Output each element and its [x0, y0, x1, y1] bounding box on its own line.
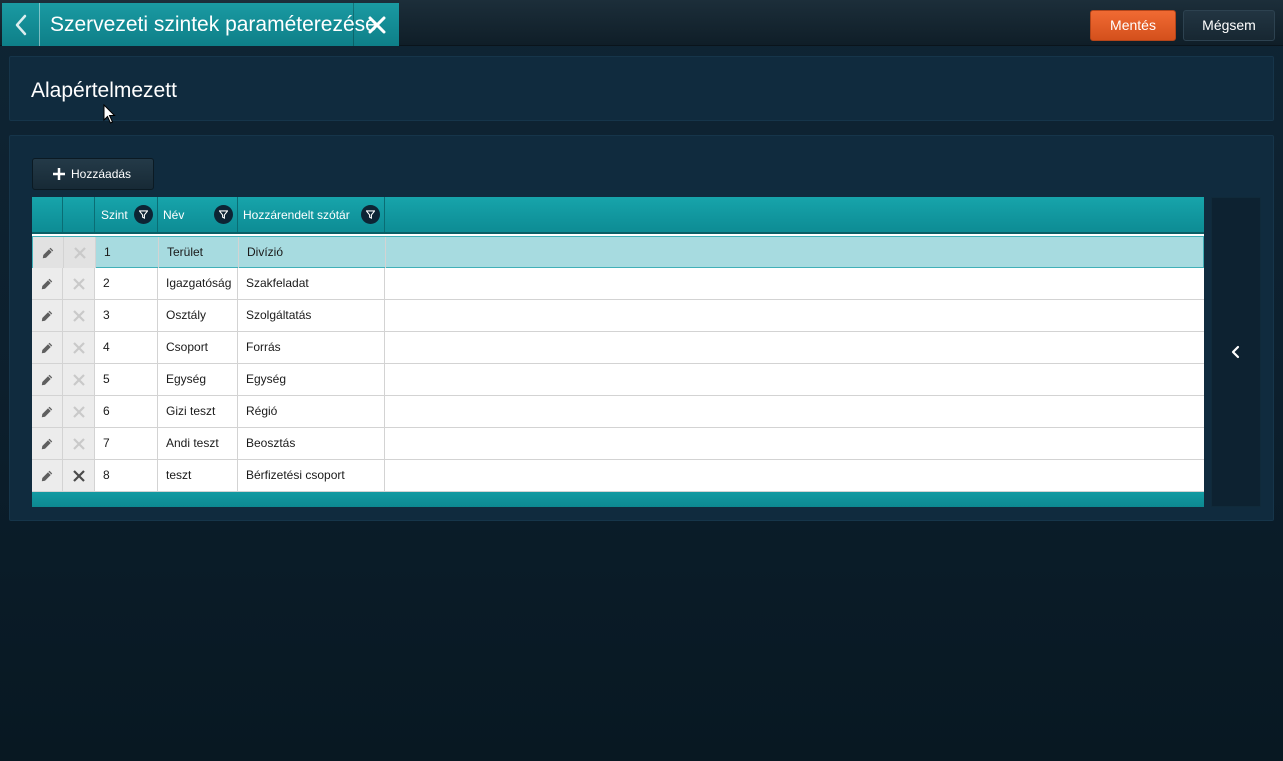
filter-icon[interactable]	[214, 205, 233, 224]
close-button[interactable]	[354, 3, 399, 46]
cell-dictionary: Divízió	[239, 237, 386, 268]
mouse-cursor-icon	[103, 104, 116, 124]
pencil-icon	[41, 438, 53, 449]
header-edit-column	[32, 197, 63, 232]
pencil-icon	[41, 278, 53, 289]
delete-button[interactable]	[63, 268, 95, 299]
table-row[interactable]: 5 Egység Egység	[32, 364, 1204, 396]
delete-button[interactable]	[63, 396, 95, 427]
table-row[interactable]: 3 Osztály Szolgáltatás	[32, 300, 1204, 332]
cell-dictionary: Beosztás	[238, 428, 385, 459]
edit-button[interactable]	[32, 460, 63, 491]
cell-dictionary: Szolgáltatás	[238, 300, 385, 331]
delete-button[interactable]	[63, 460, 95, 491]
filter-icon[interactable]	[134, 205, 153, 224]
chevron-left-icon	[1231, 345, 1240, 359]
filter-icon[interactable]	[361, 205, 380, 224]
cell-dictionary: Bérfizetési csoport	[238, 460, 385, 491]
add-button-label: Hozzáadás	[71, 167, 132, 181]
add-button[interactable]: Hozzáadás	[32, 158, 154, 190]
edit-button[interactable]	[32, 364, 63, 395]
cell-level: 6	[95, 396, 158, 427]
header-level[interactable]: Szint	[95, 197, 158, 232]
x-icon	[72, 405, 85, 418]
delete-button[interactable]	[64, 237, 96, 268]
cancel-button[interactable]: Mégsem	[1183, 10, 1275, 41]
page-title: Szervezeti szintek paraméterezése	[40, 3, 377, 46]
cell-name: teszt	[158, 460, 238, 491]
delete-button[interactable]	[63, 428, 95, 459]
x-icon	[72, 277, 85, 290]
pencil-icon	[41, 470, 53, 481]
header-dictionary-label: Hozzárendelt szótár	[243, 207, 350, 222]
cell-level: 5	[95, 364, 158, 395]
x-icon	[72, 341, 85, 354]
x-icon	[72, 373, 85, 386]
edit-button[interactable]	[32, 300, 63, 331]
close-icon	[368, 16, 385, 33]
section-title: Alapértelmezett	[31, 79, 177, 102]
cell-dictionary: Szakfeladat	[238, 268, 385, 299]
pencil-icon	[41, 374, 53, 385]
cell-name: Igazgatóság	[158, 268, 238, 299]
cell-name: Csoport	[158, 332, 238, 363]
levels-grid: Szint Név Hozzárendelt szótár 1 Terület Di…	[32, 197, 1204, 507]
cell-dictionary: Régió	[238, 396, 385, 427]
cell-name: Gizi teszt	[158, 396, 238, 427]
edit-button[interactable]	[33, 237, 64, 268]
header-name-label: Név	[163, 207, 185, 222]
delete-button[interactable]	[63, 364, 95, 395]
delete-button[interactable]	[63, 332, 95, 363]
header-panel: Alapértelmezett	[9, 56, 1274, 121]
collapse-panel-button[interactable]	[1211, 197, 1261, 507]
cell-level: 8	[95, 460, 158, 491]
content-panel: Hozzáadás Szint Név Hozzárendelt szótár	[9, 135, 1274, 521]
back-button[interactable]	[2, 3, 40, 46]
cell-level: 1	[96, 237, 159, 268]
cell-level: 2	[95, 268, 158, 299]
x-icon	[72, 469, 85, 482]
cell-name: Terület	[159, 237, 239, 268]
table-row[interactable]: 8 teszt Bérfizetési csoport	[32, 460, 1204, 492]
cell-name: Osztály	[158, 300, 238, 331]
plus-icon	[53, 165, 65, 183]
delete-button[interactable]	[63, 300, 95, 331]
table-row[interactable]: 6 Gizi teszt Régió	[32, 396, 1204, 428]
header-delete-column	[63, 197, 95, 232]
edit-button[interactable]	[32, 268, 63, 299]
header-name[interactable]: Név	[158, 197, 238, 232]
top-bar: Szervezeti szintek paraméterezése Mentés…	[0, 0, 1283, 46]
x-icon	[72, 309, 85, 322]
table-row[interactable]: 4 Csoport Forrás	[32, 332, 1204, 364]
header-level-label: Szint	[101, 207, 128, 222]
chevron-left-icon	[15, 14, 26, 35]
edit-button[interactable]	[32, 332, 63, 363]
pencil-icon	[41, 310, 53, 321]
grid-footer	[32, 492, 1204, 507]
title-tab: Szervezeti szintek paraméterezése	[2, 3, 399, 46]
cell-dictionary: Egység	[238, 364, 385, 395]
pencil-icon	[41, 342, 53, 353]
cell-dictionary: Forrás	[238, 332, 385, 363]
cell-level: 4	[95, 332, 158, 363]
table-row[interactable]: 7 Andi teszt Beosztás	[32, 428, 1204, 460]
edit-button[interactable]	[32, 396, 63, 427]
cell-name: Egység	[158, 364, 238, 395]
x-icon	[72, 437, 85, 450]
x-icon	[73, 246, 86, 259]
pencil-icon	[42, 247, 54, 258]
table-row[interactable]: 2 Igazgatóság Szakfeladat	[32, 268, 1204, 300]
pencil-icon	[41, 406, 53, 417]
header-dictionary[interactable]: Hozzárendelt szótár	[238, 197, 385, 232]
edit-button[interactable]	[32, 428, 63, 459]
save-button[interactable]: Mentés	[1090, 10, 1176, 41]
cell-level: 7	[95, 428, 158, 459]
cell-name: Andi teszt	[158, 428, 238, 459]
cell-level: 3	[95, 300, 158, 331]
grid-header: Szint Név Hozzárendelt szótár	[32, 197, 1204, 234]
table-row[interactable]: 1 Terület Divízió	[32, 236, 1204, 268]
